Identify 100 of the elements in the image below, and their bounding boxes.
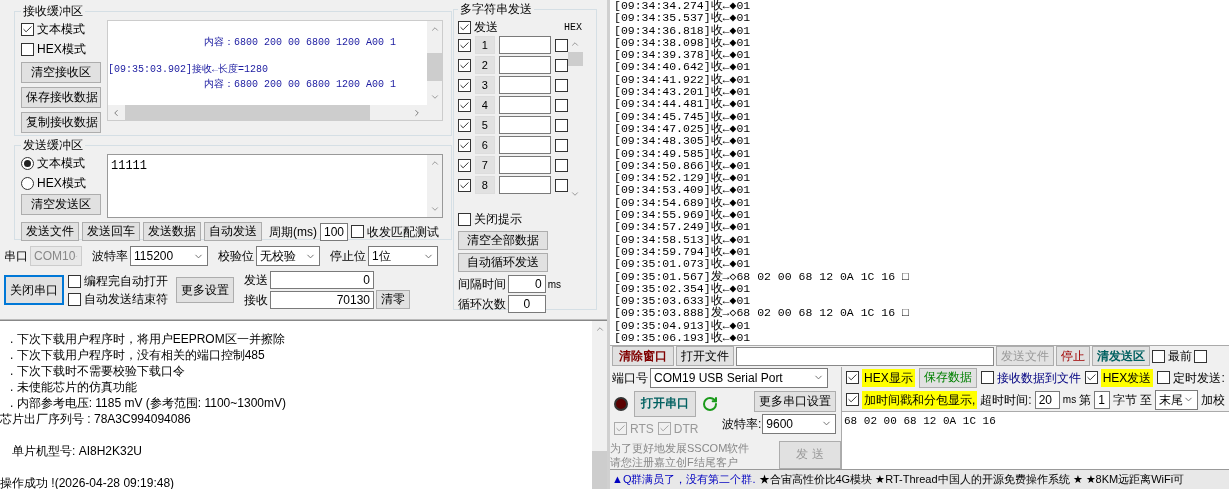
scroll-right-icon[interactable]: [412, 107, 422, 118]
checkbox[interactable]: [554, 178, 568, 192]
dropdown[interactable]: 1位: [368, 246, 438, 266]
checkbox[interactable]: [1194, 349, 1207, 363]
radio-label[interactable]: 文本模式: [37, 154, 85, 172]
string-send-button[interactable]: 6: [474, 136, 495, 154]
send-action-button[interactable]: 发送回车: [82, 222, 140, 241]
string-send-button[interactable]: 5: [474, 116, 495, 134]
receive-text-area[interactable]: 内容：6800 200 00 6800 1200 A00 1 [09:35:03.902]接收←长度=1280 内容：6800 200 00 6800 1200 A00 1: [107, 20, 443, 121]
checkbox[interactable]: [846, 393, 859, 407]
checkbox[interactable]: [457, 58, 471, 72]
checkbox[interactable]: [457, 38, 471, 52]
string-field[interactable]: [498, 156, 551, 174]
checkbox[interactable]: [554, 118, 568, 132]
radio-label[interactable]: HEX模式: [37, 174, 86, 192]
more-port-settings-button[interactable]: 更多串口设置: [754, 390, 837, 412]
send-action-button[interactable]: 发送数据: [143, 222, 201, 241]
string-send-button[interactable]: 8: [474, 176, 495, 194]
string-send-button[interactable]: 7: [474, 156, 495, 174]
string-field[interactable]: [498, 36, 551, 54]
byte-from-field[interactable]: 1: [1094, 390, 1110, 409]
receive-action-button[interactable]: 保存接收数据: [21, 87, 101, 108]
reset-counters-button[interactable]: 清零: [376, 290, 410, 309]
ad-link[interactable]: ★合宙高性价比4G模块: [758, 471, 873, 488]
scrollbar-thumb[interactable]: [567, 52, 583, 66]
checkbox[interactable]: [1152, 349, 1165, 363]
string-field[interactable]: [498, 176, 551, 194]
checkbox[interactable]: [1084, 371, 1098, 385]
stop-button[interactable]: 停止: [1056, 346, 1090, 367]
open-port-button[interactable]: 打开串口: [634, 390, 696, 417]
checkbox[interactable]: [554, 138, 568, 152]
byte-to-dropdown[interactable]: 末尾: [1155, 389, 1198, 410]
checkbox[interactable]: [21, 22, 34, 36]
loop-field[interactable]: 0: [507, 295, 546, 313]
send-action-button[interactable]: 发送文件: [21, 222, 79, 241]
multi-action-button[interactable]: 自动循环发送: [457, 253, 548, 272]
radio-button[interactable]: [21, 156, 34, 170]
checkbox-label[interactable]: HEX显示: [862, 368, 915, 387]
checkbox[interactable]: [457, 98, 471, 112]
clear-send-button[interactable]: 清空发送区: [21, 194, 101, 215]
checkbox[interactable]: [457, 20, 471, 34]
notice-link[interactable]: ▲Q群满员了，没有第二个群.: [612, 471, 756, 488]
send-data-field[interactable]: 68 02 00 68 12 0A 1C 16: [842, 410, 1229, 469]
checkbox-label[interactable]: HEX发送: [1100, 368, 1154, 387]
timeout-field[interactable]: 20: [1034, 390, 1060, 409]
horizontal-scrollbar[interactable]: [108, 105, 442, 120]
ad-link[interactable]: ★RT-Thread中国人的开源免费操作系统: [875, 471, 1070, 488]
checkbox[interactable]: [457, 118, 471, 132]
radio-button[interactable]: [21, 176, 34, 190]
checkbox[interactable]: [457, 212, 471, 226]
checkbox[interactable]: [554, 58, 568, 72]
checkbox-label[interactable]: 加时间戳和分包显示,: [862, 390, 978, 409]
checkbox-label[interactable]: 收发匹配测试: [367, 222, 439, 241]
string-send-button[interactable]: 2: [474, 56, 495, 74]
send-action-button[interactable]: 自动发送: [204, 222, 262, 241]
clear-window-button[interactable]: 清除窗口: [612, 346, 674, 367]
scrollbar[interactable]: [592, 321, 607, 489]
string-field[interactable]: [498, 136, 551, 154]
port-dropdown[interactable]: COM19 USB Serial Port: [650, 367, 828, 388]
interval-field[interactable]: 0: [507, 275, 546, 293]
scrollbar-thumb[interactable]: [125, 105, 370, 121]
checkbox-label[interactable]: 接收数据到文件: [996, 368, 1081, 387]
checkbox[interactable]: [657, 422, 671, 436]
ad-link[interactable]: ★8KM远距离WiFi可: [1085, 471, 1185, 488]
checkbox[interactable]: [351, 225, 364, 238]
send-text-area[interactable]: 11111: [107, 154, 443, 218]
checkbox[interactable]: [457, 158, 471, 172]
checkbox-label[interactable]: 最前: [1168, 347, 1192, 366]
dropdown[interactable]: 115200: [130, 246, 208, 266]
string-send-button[interactable]: 3: [474, 76, 495, 94]
string-send-button[interactable]: 4: [474, 96, 495, 114]
checkbox-label[interactable]: 自动发送结束符: [84, 290, 168, 308]
checkbox[interactable]: [68, 274, 81, 288]
checkbox[interactable]: [846, 371, 859, 385]
string-send-button[interactable]: 1: [474, 36, 495, 54]
checkbox[interactable]: [554, 98, 568, 112]
checkbox[interactable]: [554, 158, 568, 172]
checkbox[interactable]: [980, 371, 994, 385]
receive-action-button[interactable]: 复制接收数据: [21, 112, 101, 133]
counter-field[interactable]: 70130: [270, 290, 374, 309]
dropdown[interactable]: 无校验: [256, 246, 320, 266]
more-settings-button[interactable]: 更多设置: [176, 277, 234, 303]
scrollbar[interactable]: [427, 21, 442, 105]
receive-action-button[interactable]: 清空接收区: [21, 62, 101, 83]
checkbox[interactable]: [554, 78, 568, 92]
ad-link[interactable]: ★: [1072, 471, 1083, 488]
string-field[interactable]: [498, 76, 551, 94]
open-file-button[interactable]: 打开文件: [676, 346, 734, 367]
checkbox-label[interactable]: 关闭提示: [473, 210, 522, 228]
checkbox[interactable]: [614, 422, 627, 436]
string-field[interactable]: [498, 116, 551, 134]
scroll-left-icon[interactable]: [111, 107, 121, 118]
string-field[interactable]: [498, 96, 551, 114]
close-port-button[interactable]: 关闭串口: [4, 275, 64, 305]
checkbox[interactable]: [554, 38, 568, 52]
baud-dropdown[interactable]: 9600: [762, 413, 837, 434]
refresh-icon[interactable]: [702, 395, 718, 412]
checkbox-label[interactable]: 定时发送:: [1173, 368, 1225, 387]
checkbox-label[interactable]: 文本模式: [37, 20, 85, 38]
checkbox[interactable]: [21, 42, 34, 56]
